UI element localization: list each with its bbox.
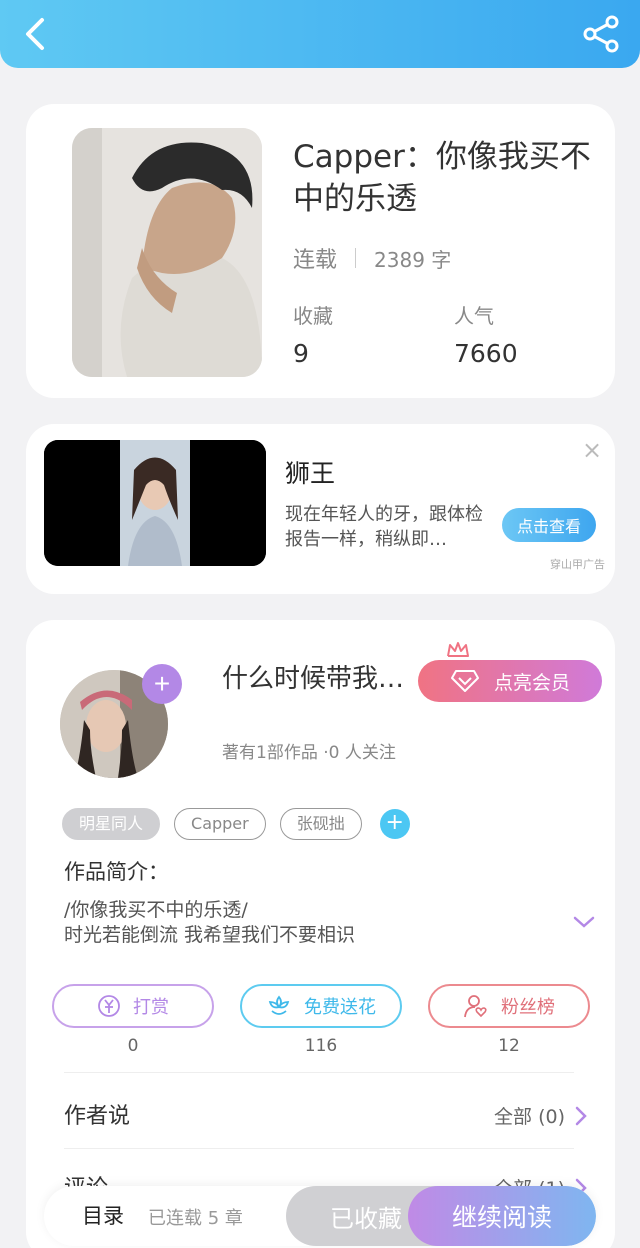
back-icon[interactable] (18, 14, 52, 54)
tag-item[interactable]: 张砚拙 (279, 808, 362, 840)
book-info-card: Capper：你像我买不中的乐透 连载 2389 字 收藏 9 人气 7660 (26, 104, 615, 398)
chapter-count: 已连载 5 章 (148, 1208, 243, 1229)
ad-card[interactable]: 狮王 现在年轻人的牙，跟体检报告一样，稍纵即… 点击查看 × 穿山甲广告 (26, 424, 615, 594)
intro-line: 时光若能倒流 我希望我们不要相识 (64, 924, 356, 946)
user-heart-icon (464, 995, 487, 1018)
popularity-label: 人气 (454, 304, 494, 328)
continue-reading-button[interactable]: 继续阅读 (408, 1186, 596, 1246)
flower-icon (268, 995, 290, 1015)
top-bar (0, 0, 640, 68)
reward-button[interactable]: 打赏 (52, 984, 214, 1028)
ad-source-label: 穿山甲广告 (550, 558, 605, 571)
flower-count: 116 (304, 1036, 338, 1056)
reward-label: 打赏 (133, 997, 169, 1018)
author-name[interactable]: 什么时候带我… (222, 658, 404, 695)
divider (64, 1148, 574, 1149)
ad-video-thumbnail[interactable] (44, 440, 266, 566)
popularity-stat: 人气 7660 (454, 300, 518, 368)
intro-title: 作品简介： (64, 860, 169, 884)
book-title: Capper：你像我买不中的乐透 (293, 139, 591, 217)
add-tag-button[interactable]: + (379, 809, 410, 839)
book-meta: 连载 2389 字 (293, 242, 451, 274)
tag-item[interactable]: 明星同人 (62, 808, 161, 840)
divider (64, 1072, 574, 1073)
share-icon[interactable] (582, 14, 622, 54)
author-says-all-label: 全部 (0) (494, 1106, 565, 1128)
ad-description: 现在年轻人的牙，跟体检报告一样，稍纵即… (285, 504, 483, 550)
chevron-right-icon (575, 1106, 587, 1125)
intro-line: /你像我买不中的乐透/ (64, 899, 248, 921)
word-count: 2389 字 (374, 247, 452, 272)
ad-view-button[interactable]: 点击查看 (502, 508, 596, 542)
bottom-action-bar: 目录 已连载 5 章 已收藏 继续阅读 (44, 1186, 596, 1246)
tag-item[interactable]: Capper (174, 808, 266, 840)
send-flower-label: 免费送花 (304, 997, 376, 1018)
book-cover-image (72, 128, 262, 377)
send-flower-button[interactable]: 免费送花 (240, 984, 402, 1028)
tag-list: 明星同人 Capper 张砚拙 + (62, 808, 410, 840)
vip-button-label: 点亮会员 (493, 672, 570, 694)
fans-count: 12 (498, 1036, 520, 1056)
reward-count: 0 (127, 1036, 139, 1056)
ad-title: 狮王 (285, 459, 336, 488)
diamond-icon (450, 670, 479, 692)
author-stats: 著有1部作品 ·0 人关注 (222, 743, 396, 763)
meta-divider (355, 248, 357, 268)
crown-icon (447, 642, 469, 657)
fans-rank-button[interactable]: 粉丝榜 (428, 984, 590, 1028)
author-card: + 什么时候带我… 点亮会员 著有1部作品 ·0 人关注 明星同人 Capper… (26, 620, 615, 1248)
popularity-value: 7660 (454, 339, 518, 368)
toc-button[interactable]: 目录 (82, 1200, 124, 1230)
fans-rank-label: 粉丝榜 (501, 997, 555, 1018)
intro-text: /你像我买不中的乐透/ 时光若能倒流 我希望我们不要相识 (64, 898, 524, 948)
favorites-stat: 收藏 9 (293, 300, 333, 368)
favorites-label: 收藏 (293, 304, 333, 328)
vip-button[interactable]: 点亮会员 (418, 660, 602, 702)
action-buttons: 打赏 0 免费送花 116 粉丝榜 12 (52, 984, 590, 1056)
yuan-icon (98, 995, 120, 1017)
author-says-title: 作者说 (64, 1104, 131, 1129)
follow-author-button[interactable]: + (142, 664, 182, 704)
author-says-all-link[interactable]: 全部 (0) (494, 1102, 587, 1129)
book-status: 连载 (293, 248, 338, 273)
ad-close-icon[interactable]: × (582, 436, 602, 464)
favorites-value: 9 (293, 339, 309, 368)
chevron-down-icon[interactable] (572, 914, 596, 930)
